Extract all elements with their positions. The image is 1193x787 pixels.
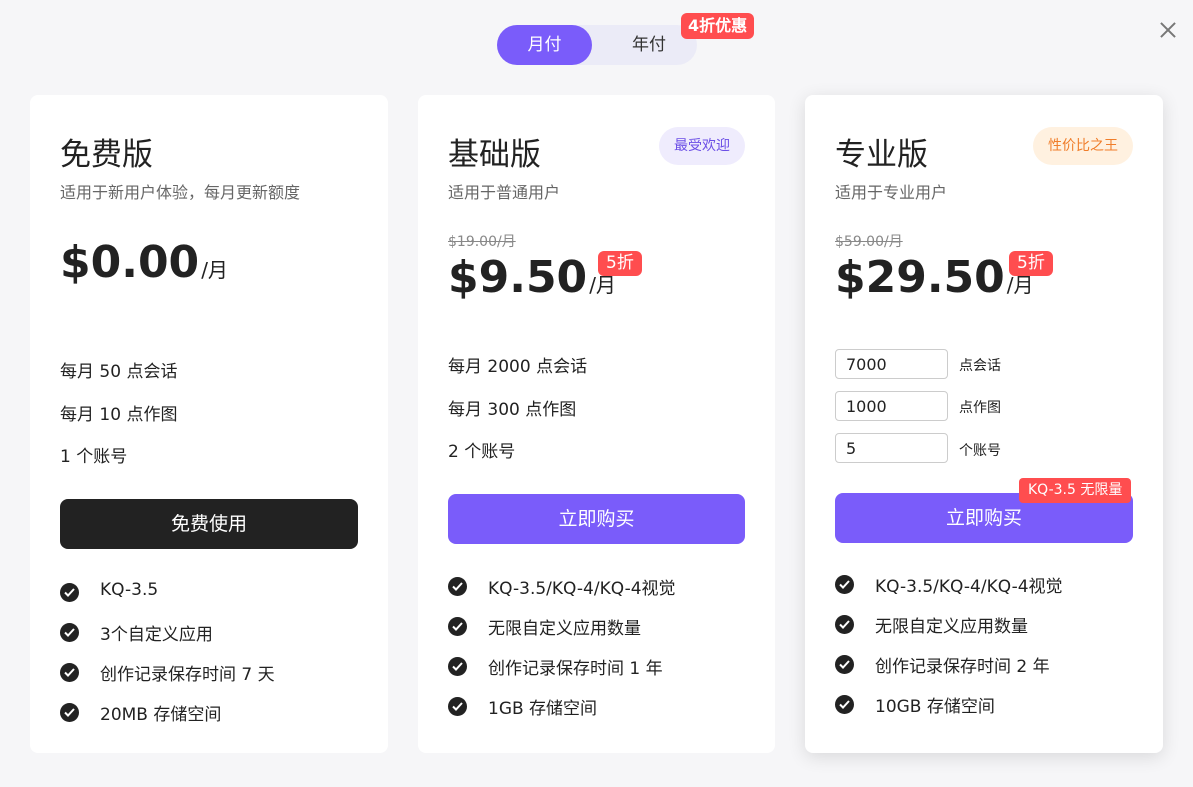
yearly-discount-badge: 4折优惠 — [681, 13, 755, 39]
price-amount: $29.50 — [835, 252, 1005, 303]
buy-now-button[interactable]: 立即购买 — [448, 494, 745, 544]
check-circle-icon — [835, 615, 854, 634]
discount-tag: 5折 — [1009, 251, 1053, 276]
check-circle-icon — [60, 623, 79, 642]
price-amount: $0.00 — [60, 237, 200, 288]
popular-badge: 最受欢迎 — [659, 127, 745, 165]
check-circle-icon — [60, 663, 79, 682]
monthly-option[interactable]: 月付 — [497, 25, 592, 65]
price-unit: /月 — [1006, 273, 1034, 297]
close-icon[interactable] — [1156, 18, 1180, 42]
plan-title: 免费版 — [60, 137, 153, 173]
value-badge: 性价比之王 — [1033, 127, 1133, 165]
feature-item: 20MB 存储空间 — [100, 705, 222, 725]
feature-item: 创作记录保存时间 2 年 — [875, 657, 1050, 677]
plan-subtitle: 适用于普通用户 — [448, 183, 561, 202]
check-circle-icon — [60, 703, 79, 722]
pricing-page: 月付 年付 4折优惠 免费版 适用于新用户体验，每月更新额度 $0.00/月 每… — [0, 0, 1193, 787]
chat-points-label: 点会话 — [959, 358, 1001, 374]
price-unit: /月 — [201, 258, 228, 282]
feature-item: 3个自定义应用 — [100, 625, 213, 645]
feature-item: KQ-3.5/KQ-4/KQ-4视觉 — [875, 577, 1063, 597]
feature-item: 创作记录保存时间 1 年 — [488, 659, 663, 679]
discount-tag: 5折 — [598, 251, 642, 276]
plan-subtitle: 适用于新用户体验，每月更新额度 — [60, 183, 301, 202]
quota-item: 每月 300 点作图 — [448, 400, 577, 420]
check-circle-icon — [448, 617, 467, 636]
feature-item: 1GB 存储空间 — [488, 699, 598, 719]
unlimited-tag: KQ-3.5 无限量 — [1019, 478, 1132, 503]
original-price: $59.00/月 — [835, 234, 903, 250]
quota-item: 2 个账号 — [448, 442, 516, 462]
feature-item: KQ-3.5/KQ-4/KQ-4视觉 — [488, 579, 676, 599]
feature-item: 创作记录保存时间 7 天 — [100, 665, 275, 685]
quota-item: 每月 10 点作图 — [60, 405, 178, 425]
quota-item: 每月 2000 点会话 — [448, 357, 588, 377]
free-use-button[interactable]: 免费使用 — [60, 499, 358, 549]
plan-title: 基础版 — [448, 137, 541, 173]
feature-item: 10GB 存储空间 — [875, 697, 995, 717]
plan-title: 专业版 — [835, 137, 928, 173]
plan-price: $29.50/月 — [835, 252, 1034, 303]
check-circle-icon — [60, 583, 79, 602]
check-circle-icon — [448, 657, 467, 676]
plan-price: $0.00/月 — [60, 237, 228, 288]
feature-item: 无限自定义应用数量 — [875, 617, 1028, 637]
plan-card-pro: 专业版 性价比之王 适用于专业用户 $59.00/月 $29.50/月 5折 点… — [805, 95, 1163, 753]
plan-price: $9.50/月 — [448, 252, 616, 303]
plan-card-free: 免费版 适用于新用户体验，每月更新额度 $0.00/月 每月 50 点会话 每月… — [30, 95, 388, 753]
price-amount: $9.50 — [448, 252, 588, 303]
image-points-label: 点作图 — [959, 400, 1001, 416]
check-circle-icon — [835, 695, 854, 714]
feature-item: KQ-3.5 — [100, 580, 159, 600]
plan-subtitle: 适用于专业用户 — [835, 183, 948, 202]
quota-item: 每月 50 点会话 — [60, 362, 178, 382]
accounts-input[interactable] — [835, 433, 948, 463]
check-circle-icon — [448, 697, 467, 716]
price-unit: /月 — [589, 273, 616, 297]
image-points-input[interactable] — [835, 391, 948, 421]
plan-card-basic: 基础版 最受欢迎 适用于普通用户 $19.00/月 $9.50/月 5折 每月 … — [418, 95, 775, 753]
billing-toggle: 月付 年付 4折优惠 — [497, 13, 755, 65]
accounts-label: 个账号 — [959, 443, 1001, 459]
check-circle-icon — [835, 575, 854, 594]
original-price: $19.00/月 — [448, 234, 516, 250]
feature-item: 无限自定义应用数量 — [488, 619, 641, 639]
check-circle-icon — [835, 655, 854, 674]
check-circle-icon — [448, 577, 467, 596]
quota-item: 1 个账号 — [60, 447, 128, 467]
chat-points-input[interactable] — [835, 349, 948, 379]
